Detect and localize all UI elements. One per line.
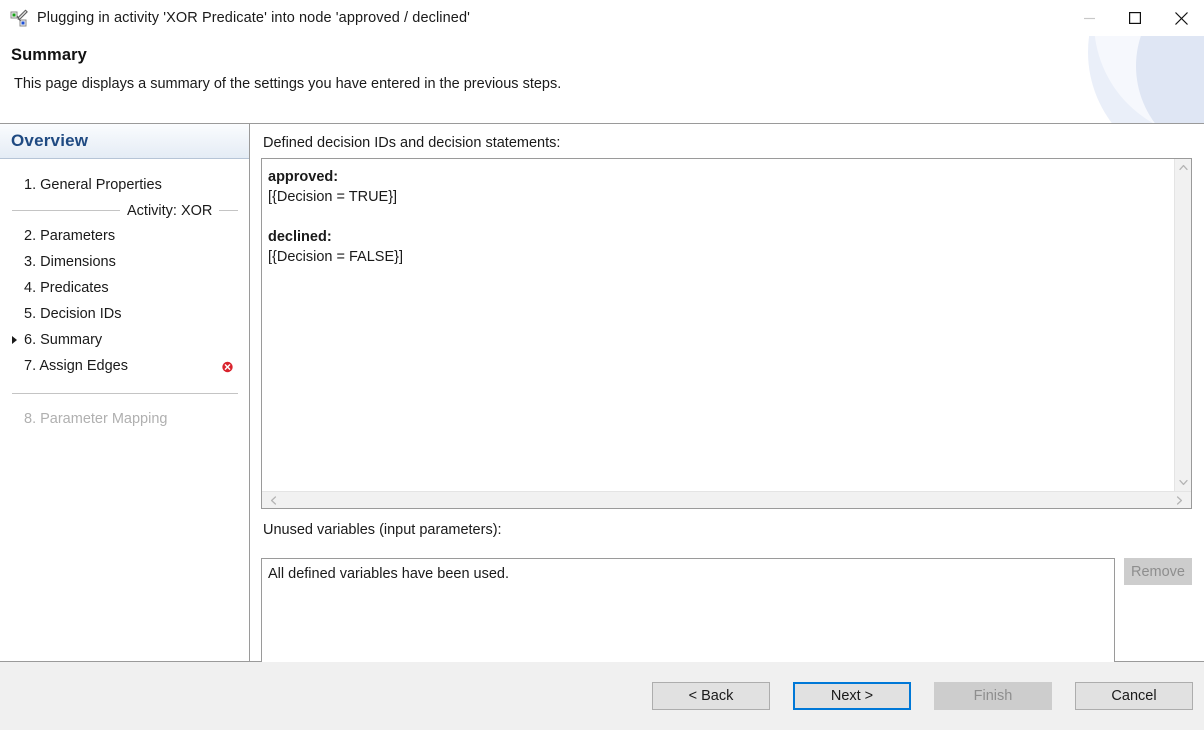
window-title: Plugging in activity 'XOR Predicate' int…	[37, 10, 470, 26]
decision-line: [{Decision = TRUE}]	[268, 189, 398, 205]
chevron-up-icon[interactable]	[1175, 159, 1192, 176]
sidebar-item-label: 1. General Properties	[24, 177, 162, 193]
unused-variables-text: All defined variables have been used.	[268, 566, 510, 582]
sidebar-item-predicates[interactable]: 4. Predicates	[0, 275, 249, 301]
sidebar-divider	[12, 393, 238, 394]
finish-button: Finish	[934, 682, 1052, 710]
current-step-arrow-icon	[12, 336, 17, 344]
wizard-window: Plugging in activity 'XOR Predicate' int…	[0, 0, 1204, 730]
overview-sidebar: Overview 1. General Properties Activity:…	[0, 124, 250, 661]
wizard-footer: < Back Next > Finish Cancel	[0, 662, 1204, 730]
unused-variables-label: Unused variables (input parameters):	[263, 522, 502, 538]
minimize-icon[interactable]	[1066, 0, 1112, 36]
unused-variables-field: All defined variables have been used. Re…	[261, 558, 1192, 664]
next-button[interactable]: Next >	[793, 682, 911, 710]
sidebar-item-label: 5. Decision IDs	[24, 306, 122, 322]
sidebar-item-assign-edges[interactable]: 7. Assign Edges	[0, 353, 249, 379]
sidebar-header: Overview	[0, 124, 249, 159]
page-description: This page displays a summary of the sett…	[14, 76, 562, 92]
sidebar-item-label: 8. Parameter Mapping	[24, 411, 168, 427]
cancel-button[interactable]: Cancel	[1075, 682, 1193, 710]
sidebar-group-separator: Activity: XOR	[0, 198, 249, 223]
sidebar-item-parameter-mapping: 8. Parameter Mapping	[0, 406, 249, 432]
sidebar-header-label: Overview	[11, 131, 89, 150]
separator-line-left	[12, 210, 120, 211]
sidebar-item-dimensions[interactable]: 3. Dimensions	[0, 249, 249, 275]
activity-node-edit-icon	[9, 8, 29, 28]
decision-line: [{Decision = FALSE}]	[268, 249, 404, 265]
decisions-text-content: approved: [{Decision = TRUE}] declined: …	[262, 159, 1174, 491]
sidebar-group-label: Activity: XOR	[127, 202, 213, 219]
decisions-horizontal-scrollbar[interactable]	[262, 491, 1191, 508]
decisions-label: Defined decision IDs and decision statem…	[263, 135, 561, 151]
decision-line-blank	[268, 207, 1166, 227]
chevron-down-icon[interactable]	[1175, 474, 1192, 491]
sidebar-item-decision-ids[interactable]: 5. Decision IDs	[0, 301, 249, 327]
decision-line: declined:	[268, 229, 332, 245]
title-bar: Plugging in activity 'XOR Predicate' int…	[0, 0, 1204, 36]
sidebar-item-label: 3. Dimensions	[24, 254, 116, 270]
sidebar-item-general-properties[interactable]: 1. General Properties	[0, 172, 249, 198]
sidebar-item-label: 7. Assign Edges	[24, 358, 128, 374]
sidebar-item-summary[interactable]: 6. Summary	[0, 327, 249, 353]
page-title: Summary	[11, 46, 87, 64]
remove-button[interactable]: Remove	[1124, 558, 1192, 585]
decisions-textbox[interactable]: approved: [{Decision = TRUE}] declined: …	[261, 158, 1192, 509]
sidebar-item-label: 2. Parameters	[24, 228, 116, 244]
chevron-left-icon[interactable]	[265, 492, 282, 509]
sidebar-step-list: 1. General Properties Activity: XOR 2. P…	[0, 159, 249, 432]
separator-line-right	[219, 210, 238, 211]
main-panel: Defined decision IDs and decision statem…	[250, 124, 1204, 664]
sidebar-item-label: 4. Predicates	[24, 280, 109, 296]
chevron-right-icon[interactable]	[1171, 492, 1188, 509]
decision-line: approved:	[268, 169, 339, 185]
sidebar-item-parameters[interactable]: 2. Parameters	[0, 223, 249, 249]
back-button[interactable]: < Back	[652, 682, 770, 710]
window-controls	[1066, 0, 1204, 36]
close-icon[interactable]	[1158, 0, 1204, 36]
page-banner: Summary This page displays a summary of …	[0, 36, 1204, 124]
maximize-icon[interactable]	[1112, 0, 1158, 36]
sidebar-item-label: 6. Summary	[24, 332, 103, 348]
decisions-vertical-scrollbar[interactable]	[1174, 159, 1191, 491]
decisions-textbox-row: approved: [{Decision = TRUE}] declined: …	[262, 159, 1191, 491]
wizard-body: Overview 1. General Properties Activity:…	[0, 124, 1204, 664]
error-circle-icon	[222, 361, 233, 373]
unused-variables-textbox[interactable]: All defined variables have been used.	[261, 558, 1115, 664]
